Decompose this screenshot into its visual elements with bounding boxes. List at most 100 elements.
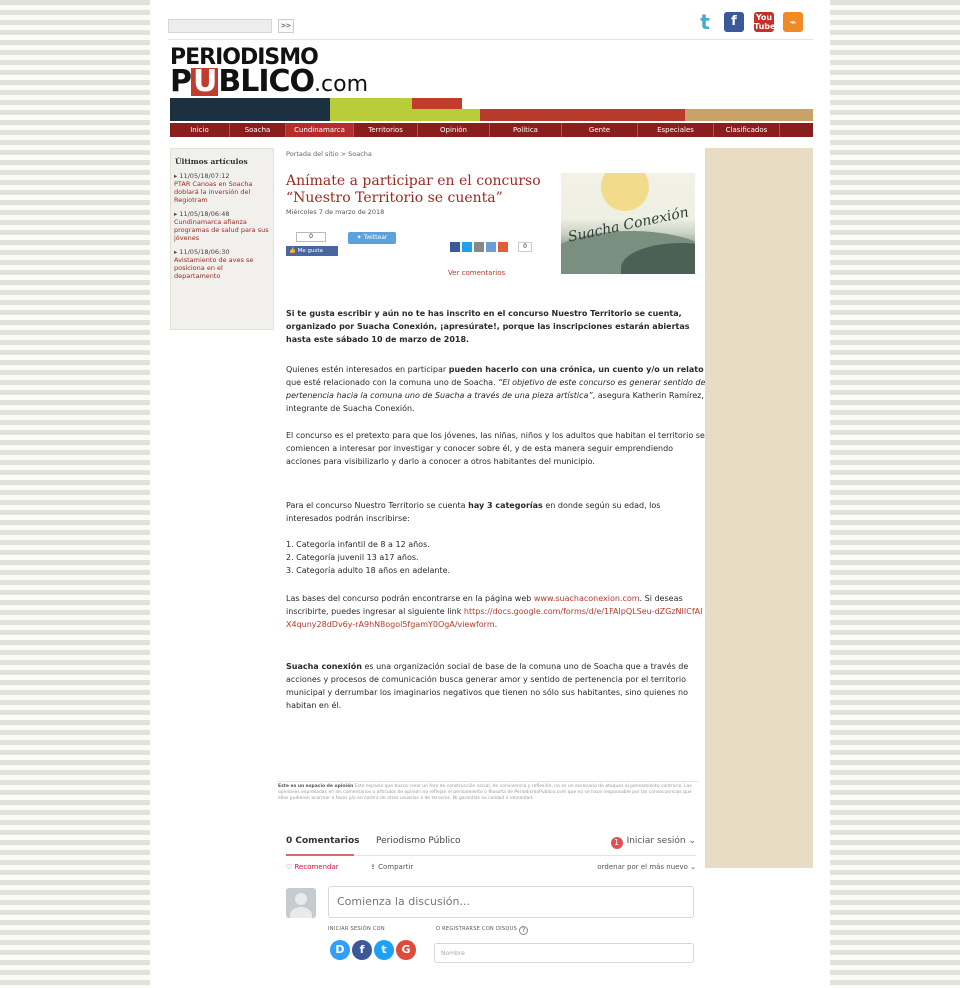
login-label: Iniciar sesión [626, 836, 686, 846]
search-input[interactable] [168, 19, 272, 33]
login-button[interactable]: 1 Iniciar sesión ⌄ [610, 836, 696, 849]
text-run: Las bases del concurso podrán encontrars… [286, 594, 534, 603]
text-run: Para el concurso Nuestro Territorio se c… [286, 501, 469, 510]
date-text: 11/05/18/06:30 [179, 248, 230, 256]
article-paragraph: Las bases del concurso podrán encontrars… [286, 592, 706, 631]
nav-item-gente[interactable]: Gente [562, 123, 638, 137]
nav-item-inicio[interactable]: Inicio [170, 123, 230, 137]
latest-articles-sidebar: Últimos artículos ▸ 11/05/18/07:12 PTAR … [170, 148, 274, 330]
breadcrumb[interactable]: Portada del sitio > Soacha [286, 150, 372, 158]
sidebar-article-link[interactable]: ▸ 11/05/18/06:48 Cundinamarca afianza pr… [171, 204, 273, 242]
comment-input[interactable]: Comienza la discusión... [328, 886, 694, 918]
share-print-icon[interactable] [486, 242, 496, 252]
nav-item-especiales[interactable]: Especiales [638, 123, 714, 137]
nav-item-politica[interactable]: Política [490, 123, 562, 137]
article-paragraph: Para el concurso Nuestro Territorio se c… [286, 499, 706, 525]
list-item: 2. Categoría juvenil 13 a17 años. [286, 553, 419, 562]
disqus-icon[interactable]: D [330, 940, 350, 960]
article-paragraph: Si te gusta escribir y aún no te has ins… [286, 309, 690, 344]
brand-stripe [170, 109, 330, 121]
tab-community[interactable]: Periodismo Público [376, 836, 461, 846]
list-item: 3. Categoría adulto 18 años en adelante. [286, 566, 451, 575]
disclaimer-title: Este es un espacio de opinión [278, 784, 354, 789]
text-run: Quienes estén interesados en participar [286, 365, 449, 374]
sun-shape [601, 173, 649, 211]
article-paragraph: El concurso es el pretexto para que los … [286, 431, 705, 466]
nav-item-opinion[interactable]: Opinión [418, 123, 490, 137]
comments-tabs: 0 Comentarios Periodismo Público 1 Inicia… [286, 834, 696, 856]
share-buttons [450, 242, 508, 252]
divider [168, 39, 813, 40]
recommend-button[interactable]: ♡ Recomendar [286, 863, 339, 871]
like-button[interactable]: 👍 Me gusta [286, 246, 338, 256]
date-text: 11/05/18/07:12 [179, 172, 230, 180]
brand-stripe [330, 98, 412, 109]
sidebar-title: Últimos artículos [175, 157, 248, 166]
sidebar-article-date: ▸ 11/05/18/07:12 [174, 172, 230, 180]
help-icon[interactable]: ? [519, 926, 529, 935]
text-run: que esté relacionado con la comuna uno d… [286, 378, 499, 387]
share-button[interactable]: ⇪ Compartir [370, 863, 413, 871]
login-with-label: INICIAR SESIÓN CON [328, 926, 385, 932]
text-bold: pueden hacerlo con una crónica, un cuent… [448, 365, 704, 374]
date-text: 11/05/18/06:48 [179, 210, 230, 218]
nav-item-clasificados[interactable]: Clasificados [714, 123, 780, 137]
share-email-icon[interactable] [474, 242, 484, 252]
share-more-icon[interactable] [498, 242, 508, 252]
sidebar-article-date: ▸ 11/05/18/06:48 [174, 210, 230, 218]
sidebar-article-title: PTAR Canoas en Soacha doblará la inversi… [174, 180, 253, 204]
youtube-icon[interactable]: You Tube [754, 12, 775, 32]
share-count: 0 [518, 242, 532, 252]
sidebar-article-link[interactable]: ▸ 11/05/18/07:12 PTAR Canoas en Soacha d… [171, 166, 273, 204]
brand-stripe [685, 109, 813, 121]
main-nav: Inicio Soacha Cundinamarca Territorios O… [170, 123, 813, 137]
like-count: 0 [296, 232, 326, 242]
like-label: Me gusta [297, 248, 323, 254]
sidebar-article-title: Avistamiento de aves se posiciona en el … [174, 256, 254, 280]
text-run: . [494, 620, 498, 629]
share-facebook-icon[interactable] [450, 242, 460, 252]
active-tab-indicator [286, 854, 354, 856]
brand-stripe [330, 109, 480, 121]
sort-dropdown[interactable]: ordenar por el más nuevo ⌄ [597, 863, 696, 871]
tweet-button[interactable]: ✦ Twittear [348, 232, 396, 244]
notification-badge: 1 [610, 837, 623, 849]
view-comments-link[interactable]: Ver comentarios [448, 269, 505, 277]
twitter-icon[interactable]: t [695, 12, 715, 32]
article-date: Miércoles 7 de marzo de 2018 [286, 208, 385, 216]
article-paragraph: Quienes estén interesados en participar … [286, 363, 706, 415]
article-paragraph: Suacha conexión es una organización soci… [286, 660, 706, 712]
logo-suffix: .com [314, 72, 369, 97]
sidebar-article-title: Cundinamarca afianza programas de salud … [174, 218, 269, 242]
sidebar-article-link[interactable]: ▸ 11/05/18/06:30 Avistamiento de aves se… [171, 242, 273, 280]
twitter-login-icon[interactable]: t [374, 940, 394, 960]
page: >> t f You Tube ⌁ PERIODISMO PUBLICO.com… [150, 0, 830, 988]
nav-item-soacha[interactable]: Soacha [230, 123, 286, 137]
logo-u: U [191, 64, 219, 99]
list-item: 1. Categoría infantil de 8 a 12 años. [286, 540, 430, 549]
name-field[interactable]: Nombre [434, 943, 694, 963]
facebook-like-widget: 0 👍 Me gusta [286, 230, 338, 256]
nav-item-territorios[interactable]: Territorios [354, 123, 418, 137]
text-bold: Suacha conexión [286, 662, 362, 671]
sidebar-article-date: ▸ 11/05/18/06:30 [174, 248, 230, 256]
logo-p: P [170, 64, 192, 99]
facebook-login-icon[interactable]: f [352, 940, 372, 960]
tab-comments[interactable]: 0 Comentarios [286, 836, 360, 846]
brand-stripe [170, 98, 330, 109]
rss-icon[interactable]: ⌁ [783, 12, 803, 32]
google-login-icon[interactable]: G [396, 940, 416, 960]
opinion-disclaimer: Este es un espacio de opinión Este espac… [278, 781, 698, 802]
site-logo[interactable]: PERIODISMO PUBLICO.com [170, 47, 369, 99]
brand-stripe [412, 98, 462, 109]
register-text: O REGISTRARSE CON DISQUS [436, 926, 518, 932]
article-title: Anímate a participar en el concurso “Nue… [286, 173, 541, 206]
search-go-button[interactable]: >> [278, 19, 294, 33]
tweet-label: Twittear [363, 234, 388, 241]
brand-stripe [480, 109, 685, 121]
share-twitter-icon[interactable] [462, 242, 472, 252]
facebook-icon[interactable]: f [724, 12, 744, 32]
nav-item-cundinamarca[interactable]: Cundinamarca [286, 123, 354, 137]
website-link[interactable]: www.suachaconexion.com [534, 594, 640, 603]
text-bold: hay 3 categorías [468, 501, 543, 510]
